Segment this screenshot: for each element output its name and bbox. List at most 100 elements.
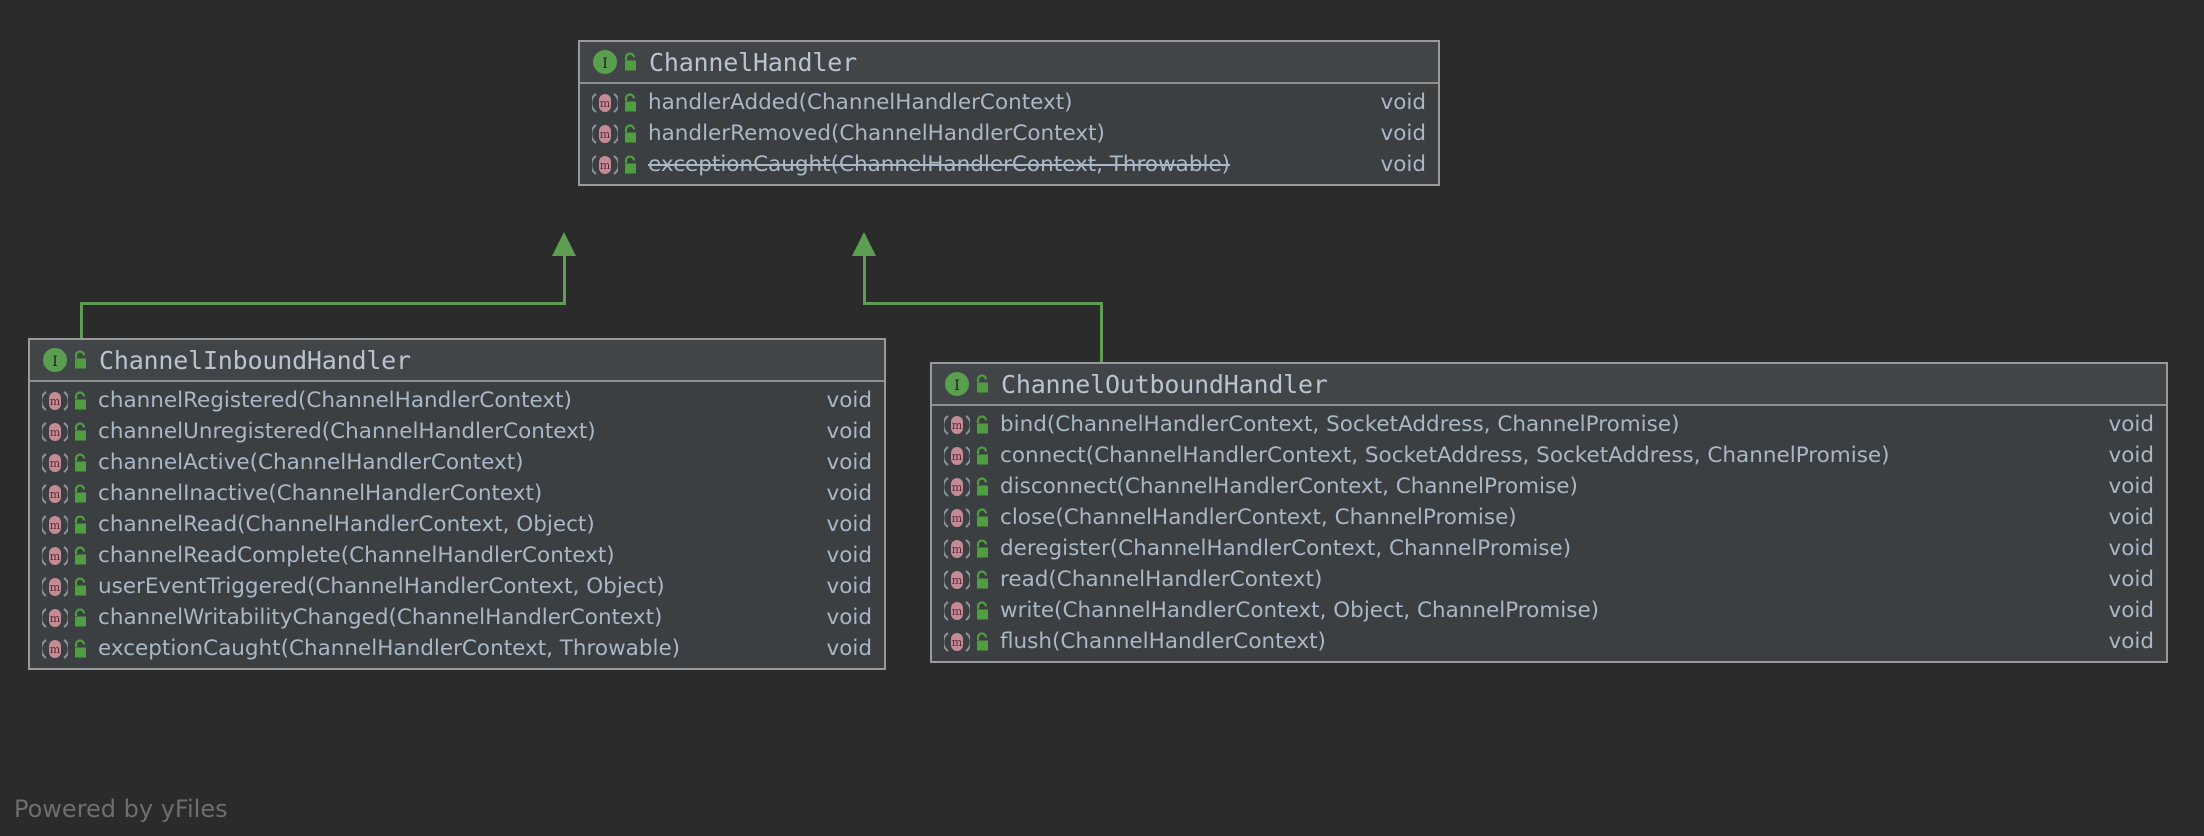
svg-text:I: I: [52, 354, 58, 370]
class-box-channel-outbound-handler[interactable]: I ChannelOutboundHandler m bind(ChannelH…: [930, 362, 2168, 663]
interface-icon: I: [592, 49, 618, 75]
member-row[interactable]: m channelUnregistered(ChannelHandlerCont…: [30, 416, 884, 447]
member-return-type: void: [2108, 567, 2155, 592]
class-members: m bind(ChannelHandlerContext, SocketAddr…: [932, 406, 2166, 661]
class-box-channel-handler[interactable]: I ChannelHandler m handlerAdded(ChannelH…: [578, 40, 1440, 186]
member-signature: handlerRemoved(ChannelHandlerContext): [648, 121, 1105, 146]
member-row[interactable]: m channelActive(ChannelHandlerContext) v…: [30, 447, 884, 478]
member-row[interactable]: m flush(ChannelHandlerContext) void: [932, 626, 2166, 657]
svg-text:m: m: [952, 543, 963, 556]
method-icon: m: [40, 388, 70, 414]
public-unlocked-icon: [974, 476, 991, 497]
member-row[interactable]: m connect(ChannelHandlerContext, SocketA…: [932, 440, 2166, 471]
member-row[interactable]: m disconnect(ChannelHandlerContext, Chan…: [932, 471, 2166, 502]
member-return-type: void: [2108, 412, 2155, 437]
class-name: ChannelInboundHandler: [99, 345, 411, 375]
member-row-deprecated[interactable]: m exceptionCaught(ChannelHandlerContext,…: [580, 149, 1438, 180]
member-signature: exceptionCaught(ChannelHandlerContext, T…: [648, 152, 1231, 177]
public-unlocked-icon: [974, 538, 991, 559]
edge-segment-horizontal: [863, 302, 1103, 305]
method-icon: m: [942, 598, 972, 624]
public-unlocked-icon: [72, 545, 89, 566]
member-signature: channelRead(ChannelHandlerContext, Objec…: [98, 512, 595, 537]
member-return-type: void: [826, 636, 873, 661]
class-header: I ChannelInboundHandler: [30, 340, 884, 382]
public-unlocked-icon: [622, 154, 639, 175]
member-row[interactable]: m write(ChannelHandlerContext, Object, C…: [932, 595, 2166, 626]
method-icon: m: [942, 474, 972, 500]
member-row[interactable]: m exceptionCaught(ChannelHandlerContext,…: [30, 633, 884, 664]
method-icon: m: [942, 536, 972, 562]
member-return-type: void: [1380, 121, 1427, 146]
method-icon: m: [942, 505, 972, 531]
interface-icon: I: [944, 371, 970, 397]
member-row[interactable]: m close(ChannelHandlerContext, ChannelPr…: [932, 502, 2166, 533]
member-return-type: void: [1380, 90, 1427, 115]
svg-text:m: m: [50, 519, 61, 532]
public-unlocked-icon: [974, 374, 991, 394]
class-box-channel-inbound-handler[interactable]: I ChannelInboundHandler m channelRegiste…: [28, 338, 886, 670]
member-return-type: void: [2108, 505, 2155, 530]
public-unlocked-icon: [974, 507, 991, 528]
member-signature: close(ChannelHandlerContext, ChannelProm…: [1000, 505, 1517, 530]
svg-text:m: m: [952, 450, 963, 463]
method-icon: m: [40, 481, 70, 507]
member-row[interactable]: m channelInactive(ChannelHandlerContext)…: [30, 478, 884, 509]
member-signature: channelRegistered(ChannelHandlerContext): [98, 388, 572, 413]
member-row[interactable]: m channelRegistered(ChannelHandlerContex…: [30, 385, 884, 416]
public-unlocked-icon: [974, 631, 991, 652]
member-row[interactable]: m read(ChannelHandlerContext) void: [932, 564, 2166, 595]
svg-text:m: m: [600, 97, 611, 110]
member-row[interactable]: m handlerRemoved(ChannelHandlerContext) …: [580, 118, 1438, 149]
member-return-type: void: [826, 388, 873, 413]
method-icon: m: [942, 567, 972, 593]
member-return-type: void: [2108, 629, 2155, 654]
member-signature: flush(ChannelHandlerContext): [1000, 629, 1326, 654]
svg-text:m: m: [50, 550, 61, 563]
member-row[interactable]: m bind(ChannelHandlerContext, SocketAddr…: [932, 409, 2166, 440]
public-unlocked-icon: [622, 52, 639, 72]
interface-icon: I: [42, 347, 68, 373]
public-unlocked-icon: [72, 350, 89, 370]
public-unlocked-icon: [72, 421, 89, 442]
member-signature: channelInactive(ChannelHandlerContext): [98, 481, 543, 506]
member-signature: userEventTriggered(ChannelHandlerContext…: [98, 574, 665, 599]
method-icon: m: [40, 512, 70, 538]
member-row[interactable]: m channelRead(ChannelHandlerContext, Obj…: [30, 509, 884, 540]
member-row[interactable]: m channelWritabilityChanged(ChannelHandl…: [30, 602, 884, 633]
class-members: m channelRegistered(ChannelHandlerContex…: [30, 382, 884, 668]
public-unlocked-icon: [72, 638, 89, 659]
method-icon: m: [942, 629, 972, 655]
svg-text:m: m: [952, 512, 963, 525]
edge-segment-vertical: [1100, 302, 1103, 364]
class-header: I ChannelOutboundHandler: [932, 364, 2166, 406]
diagram-canvas: I ChannelHandler m handlerAdded(ChannelH…: [0, 0, 2204, 836]
member-row[interactable]: m userEventTriggered(ChannelHandlerConte…: [30, 571, 884, 602]
public-unlocked-icon: [72, 390, 89, 411]
member-signature: channelReadComplete(ChannelHandlerContex…: [98, 543, 615, 568]
svg-text:m: m: [50, 488, 61, 501]
method-icon: m: [40, 636, 70, 662]
member-return-type: void: [826, 481, 873, 506]
svg-text:m: m: [952, 636, 963, 649]
method-icon: m: [590, 121, 620, 147]
svg-text:m: m: [952, 419, 963, 432]
class-members: m handlerAdded(ChannelHandlerContext) vo…: [580, 84, 1438, 184]
member-row[interactable]: m handlerAdded(ChannelHandlerContext) vo…: [580, 87, 1438, 118]
member-return-type: void: [2108, 443, 2155, 468]
member-signature: deregister(ChannelHandlerContext, Channe…: [1000, 536, 1572, 561]
member-row[interactable]: m deregister(ChannelHandlerContext, Chan…: [932, 533, 2166, 564]
method-icon: m: [40, 574, 70, 600]
member-row[interactable]: m channelReadComplete(ChannelHandlerCont…: [30, 540, 884, 571]
svg-text:m: m: [952, 574, 963, 587]
svg-text:m: m: [50, 395, 61, 408]
svg-text:I: I: [954, 378, 960, 394]
svg-text:I: I: [602, 56, 608, 72]
method-icon: m: [40, 543, 70, 569]
member-signature: read(ChannelHandlerContext): [1000, 567, 1323, 592]
edge-segment-horizontal: [80, 302, 566, 305]
member-signature: connect(ChannelHandlerContext, SocketAdd…: [1000, 443, 1890, 468]
svg-text:m: m: [50, 612, 61, 625]
svg-text:m: m: [952, 605, 963, 618]
member-return-type: void: [826, 419, 873, 444]
